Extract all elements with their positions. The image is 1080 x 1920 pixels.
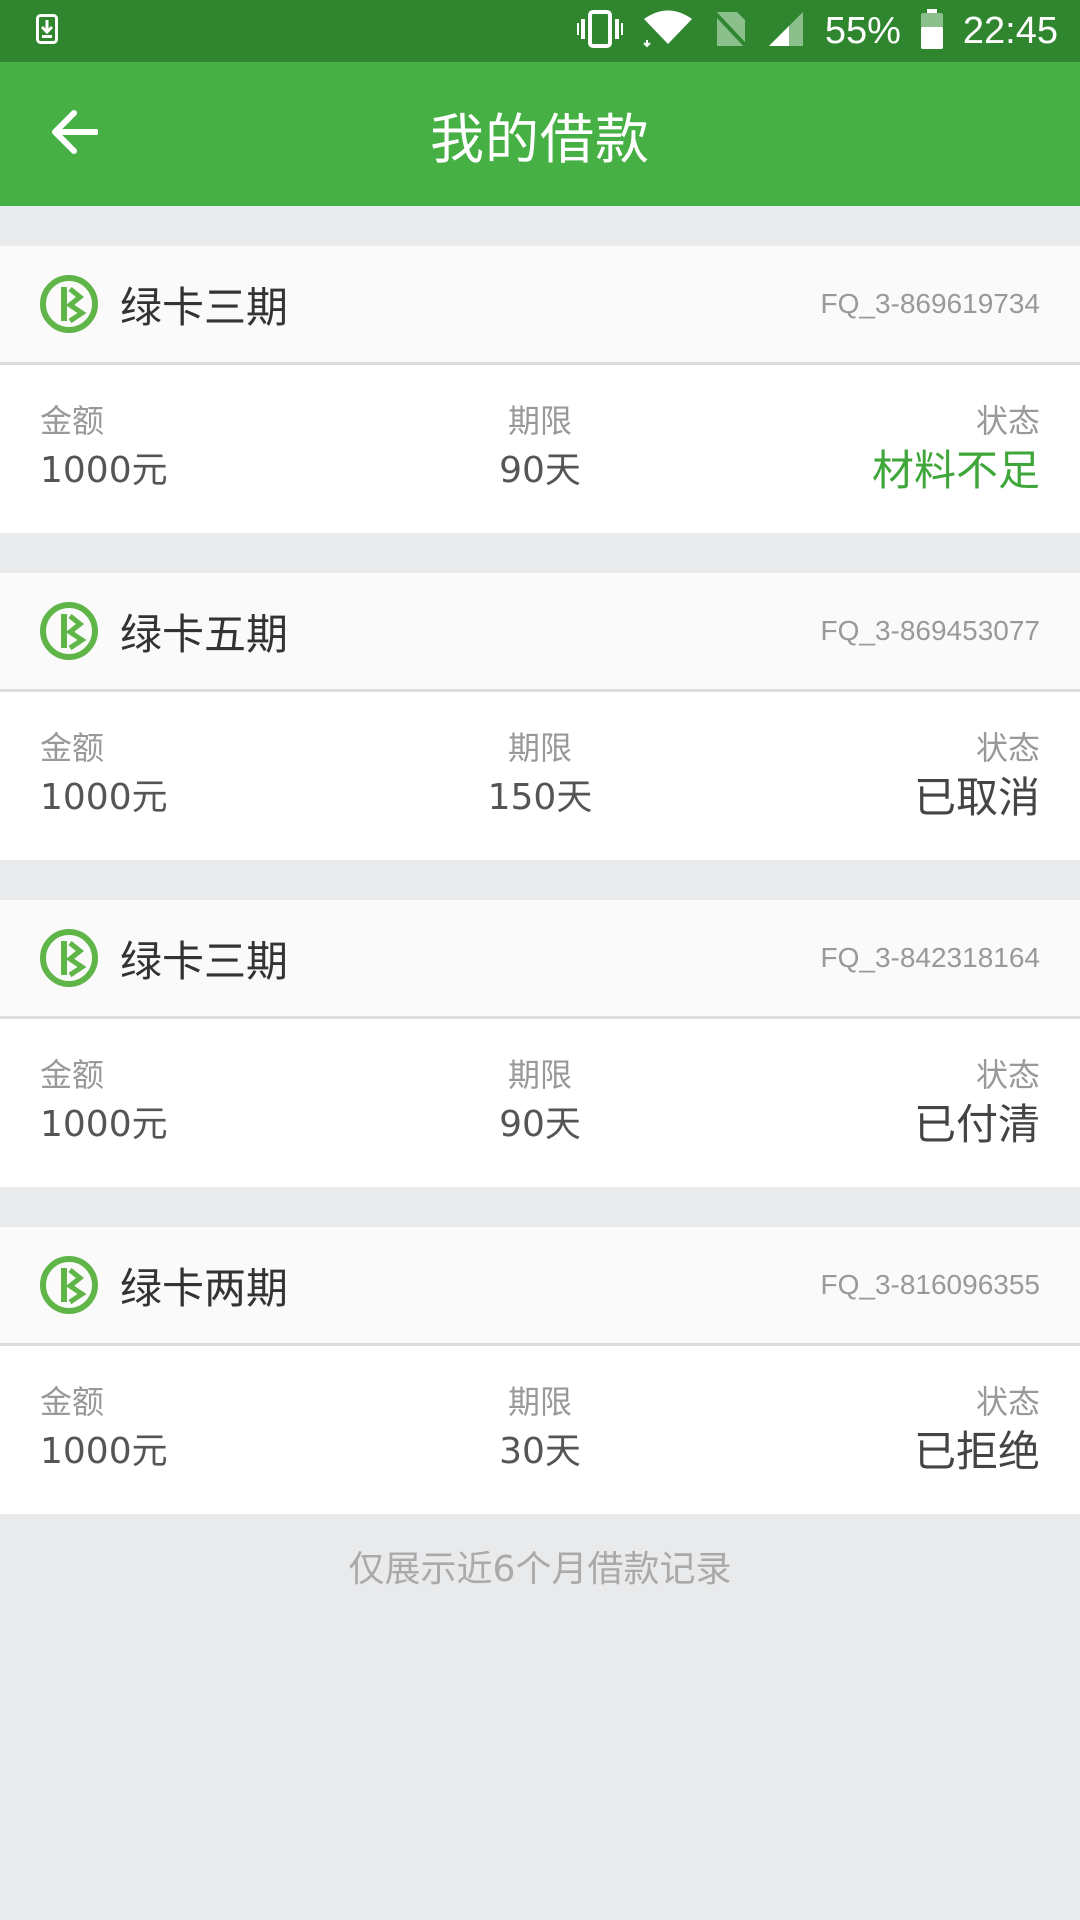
product-name: 绿卡三期 [120,936,289,986]
loan-card[interactable]: 绿卡三期 FQ_3-869619734 金额 1000元 期限 90天 状态 材… [0,246,1080,533]
battery-percent: 55% [824,9,901,52]
status-label: 状态 [975,1056,1040,1094]
battery-icon [920,9,943,53]
status-value: 已拒绝 [913,1427,1040,1476]
order-number: FQ_3-842318164 [820,942,1040,973]
term-value: 90天 [499,1104,581,1145]
loan-card-body: 金额 1000元 期限 90天 状态 已付清 [0,1019,1080,1187]
amount-label: 金额 [40,1056,105,1094]
term-label: 期限 [507,729,572,767]
loan-card-header: 绿卡三期 FQ_3-842318164 [0,900,1080,1019]
product-logo-icon [40,275,98,333]
wifi-icon [643,10,693,52]
status-value: 已取消 [913,773,1040,822]
loan-card-header: 绿卡三期 FQ_3-869619734 [0,246,1080,365]
term-label: 期限 [507,402,572,440]
amount-label: 金额 [40,1383,105,1421]
no-sim-icon [712,10,748,52]
product-logo-icon [40,1256,98,1314]
amount-value: 1000元 [40,777,168,818]
back-arrow-icon [50,110,99,158]
amount-value: 1000元 [40,1104,168,1145]
product-name: 绿卡两期 [120,1263,289,1313]
app-bar: 我的借款 [0,62,1080,206]
term-value: 150天 [487,777,593,818]
loan-card[interactable]: 绿卡三期 FQ_3-842318164 金额 1000元 期限 90天 状态 已… [0,900,1080,1187]
amount-value: 1000元 [40,1431,168,1472]
vibrate-icon [576,10,623,52]
loan-list: 绿卡三期 FQ_3-869619734 金额 1000元 期限 90天 状态 材… [0,206,1080,1514]
term-value: 90天 [499,450,581,491]
order-number: FQ_3-816096355 [820,1269,1040,1300]
product-name: 绿卡三期 [120,282,289,332]
order-number: FQ_3-869453077 [820,615,1040,646]
back-button[interactable] [44,104,104,164]
loan-card-header: 绿卡两期 FQ_3-816096355 [0,1227,1080,1346]
history-note: 仅展示近6个月借款记录 [348,1549,732,1590]
loan-card-body: 金额 1000元 期限 150天 状态 已取消 [0,692,1080,860]
amount-label: 金额 [40,729,105,767]
signal-icon [767,10,805,52]
term-label: 期限 [507,1383,572,1421]
loan-card-header: 绿卡五期 FQ_3-869453077 [0,573,1080,692]
status-value: 已付清 [913,1100,1040,1149]
loan-card[interactable]: 绿卡五期 FQ_3-869453077 金额 1000元 期限 150天 状态 … [0,573,1080,860]
amount-value: 1000元 [40,450,168,491]
amount-label: 金额 [40,402,105,440]
status-label: 状态 [975,1383,1040,1421]
term-label: 期限 [507,1056,572,1094]
loan-card-body: 金额 1000元 期限 90天 状态 材料不足 [0,365,1080,533]
product-logo-icon [40,929,98,987]
clock: 22:45 [962,9,1058,52]
loan-card-body: 金额 1000元 期限 30天 状态 已拒绝 [0,1346,1080,1514]
term-value: 30天 [499,1431,581,1472]
status-label: 状态 [975,402,1040,440]
status-value: 材料不足 [871,446,1040,495]
status-bar: 55% 22:45 [0,0,1080,62]
product-name: 绿卡五期 [120,609,289,659]
page-title: 我的借款 [430,107,650,171]
order-number: FQ_3-869619734 [820,288,1040,319]
download-notification-icon [36,14,58,48]
product-logo-icon [40,602,98,660]
status-label: 状态 [975,729,1040,767]
loan-card[interactable]: 绿卡两期 FQ_3-816096355 金额 1000元 期限 30天 状态 已… [0,1227,1080,1514]
